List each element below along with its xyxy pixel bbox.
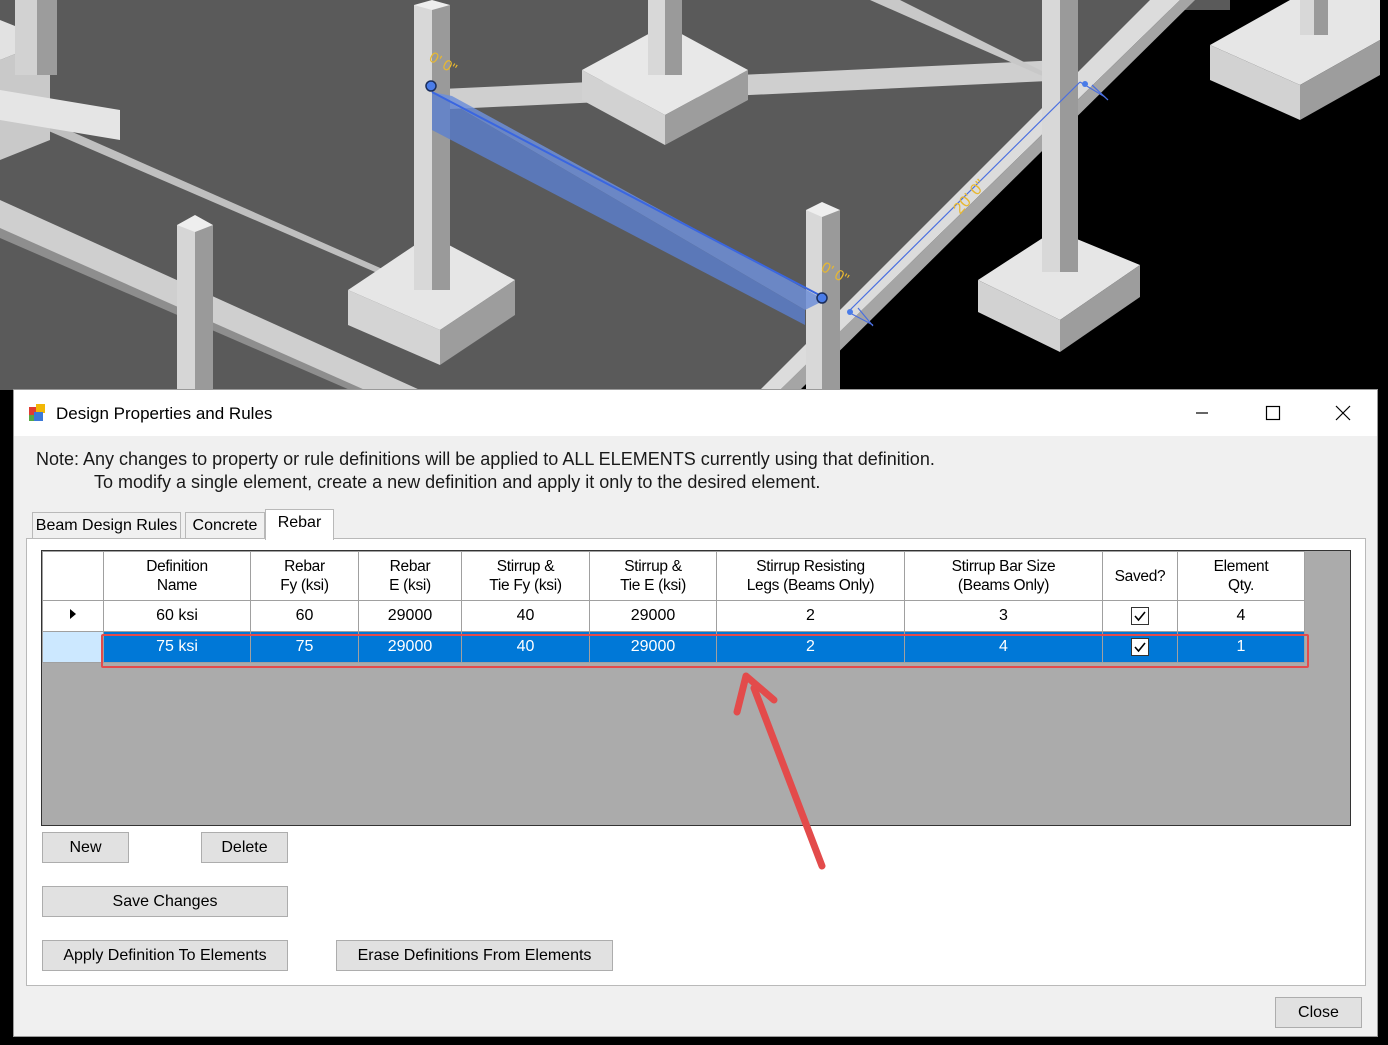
cell-stirrup-tie-e[interactable]: 29000 (589, 631, 717, 663)
note-line-1: Note: Any changes to property or rule de… (36, 449, 935, 469)
saved-checkbox[interactable] (1131, 637, 1149, 656)
check-icon (1134, 611, 1146, 622)
saved-checkbox[interactable] (1131, 606, 1149, 625)
header-rebar-e[interactable]: Rebar E (ksi) (358, 551, 462, 601)
cell-saved[interactable] (1102, 600, 1178, 632)
cell-stirrup-legs[interactable]: 2 (716, 600, 905, 632)
cell-rebar-e[interactable]: 29000 (358, 631, 462, 663)
cell-stirrup-legs[interactable]: 2 (716, 631, 905, 663)
cell-stirrup-tie-fy[interactable]: 40 (461, 600, 590, 632)
cell-rebar-fy[interactable]: 60 (250, 600, 359, 632)
row-header[interactable] (42, 631, 104, 663)
table-row[interactable]: 60 ksi 60 29000 40 29000 2 3 4 (42, 600, 1305, 632)
grid-header-row: Definition Name Rebar Fy (ksi) Rebar E (ksi… (42, 551, 1305, 601)
tab-concrete[interactable]: Concrete (185, 512, 265, 538)
erase-definitions-button[interactable]: Erase Definitions From Elements (336, 940, 613, 971)
header-element-qty[interactable]: Element Qty. (1177, 551, 1305, 601)
note-line-2: To modify a single element, create a new… (94, 472, 821, 492)
tab-beam-design-rules[interactable]: Beam Design Rules (32, 512, 181, 538)
design-properties-dialog: Design Properties and Rules Note: Any ch… (13, 389, 1378, 1037)
cell-rebar-e[interactable]: 29000 (358, 600, 462, 632)
apply-definition-button[interactable]: Apply Definition To Elements (42, 940, 288, 971)
tab-rebar[interactable]: Rebar (265, 509, 334, 540)
cell-stirrup-bar-size[interactable]: 3 (904, 600, 1103, 632)
header-stirrup-tie-e[interactable]: Stirrup & Tie E (ksi) (589, 551, 717, 601)
note-text: Note: Any changes to property or rule de… (36, 448, 935, 494)
cell-element-qty[interactable]: 4 (1177, 600, 1305, 632)
cell-definition-name[interactable]: 60 ksi (103, 600, 251, 632)
header-stirrup-bar-size[interactable]: Stirrup Bar Size (Beams Only) (904, 551, 1103, 601)
new-button[interactable]: New (42, 832, 129, 863)
cell-rebar-fy[interactable]: 75 (250, 631, 359, 663)
maximize-icon (1265, 405, 1281, 421)
delete-button[interactable]: Delete (201, 832, 288, 863)
close-window-button[interactable] (1308, 390, 1378, 436)
cell-stirrup-tie-e[interactable]: 29000 (589, 600, 717, 632)
cell-stirrup-bar-size[interactable]: 4 (904, 631, 1103, 663)
header-stirrup-tie-fy[interactable]: Stirrup & Tie Fy (ksi) (461, 551, 590, 601)
minimize-button[interactable] (1167, 390, 1237, 436)
cell-saved[interactable] (1102, 631, 1178, 663)
header-rebar-fy[interactable]: Rebar Fy (ksi) (250, 551, 359, 601)
grip-point-start[interactable] (425, 80, 437, 92)
save-changes-button[interactable]: Save Changes (42, 886, 288, 917)
header-saved[interactable]: Saved? (1102, 551, 1178, 601)
structural-model-view: 0' 0" 0' 0" 20' 0" (0, 0, 1388, 390)
header-stirrup-resisting-legs[interactable]: Stirrup Resisting Legs (Beams Only) (716, 551, 905, 601)
minimize-icon (1196, 412, 1208, 414)
close-icon (1335, 405, 1351, 421)
dialog-titlebar[interactable]: Design Properties and Rules (14, 390, 1377, 436)
cell-element-qty[interactable]: 1 (1177, 631, 1305, 663)
cell-stirrup-tie-fy[interactable]: 40 (461, 631, 590, 663)
row-header[interactable] (42, 600, 104, 632)
grid-corner-header (42, 551, 104, 601)
check-icon (1134, 642, 1146, 653)
table-row-selected[interactable]: 75 ksi 75 29000 40 29000 2 4 1 (42, 631, 1305, 663)
cell-definition-name[interactable]: 75 ksi (103, 631, 251, 663)
maximize-button[interactable] (1238, 390, 1308, 436)
app-icon (29, 404, 45, 421)
rebar-definitions-grid[interactable]: Definition Name Rebar Fy (ksi) Rebar E (ksi… (41, 550, 1351, 826)
current-row-icon (70, 609, 76, 619)
header-definition-name[interactable]: Definition Name (103, 551, 251, 601)
dialog-title: Design Properties and Rules (56, 404, 273, 423)
grip-point-end[interactable] (816, 292, 828, 304)
close-button[interactable]: Close (1275, 997, 1362, 1028)
model-viewport[interactable]: 0' 0" 0' 0" 20' 0" (0, 0, 1388, 390)
